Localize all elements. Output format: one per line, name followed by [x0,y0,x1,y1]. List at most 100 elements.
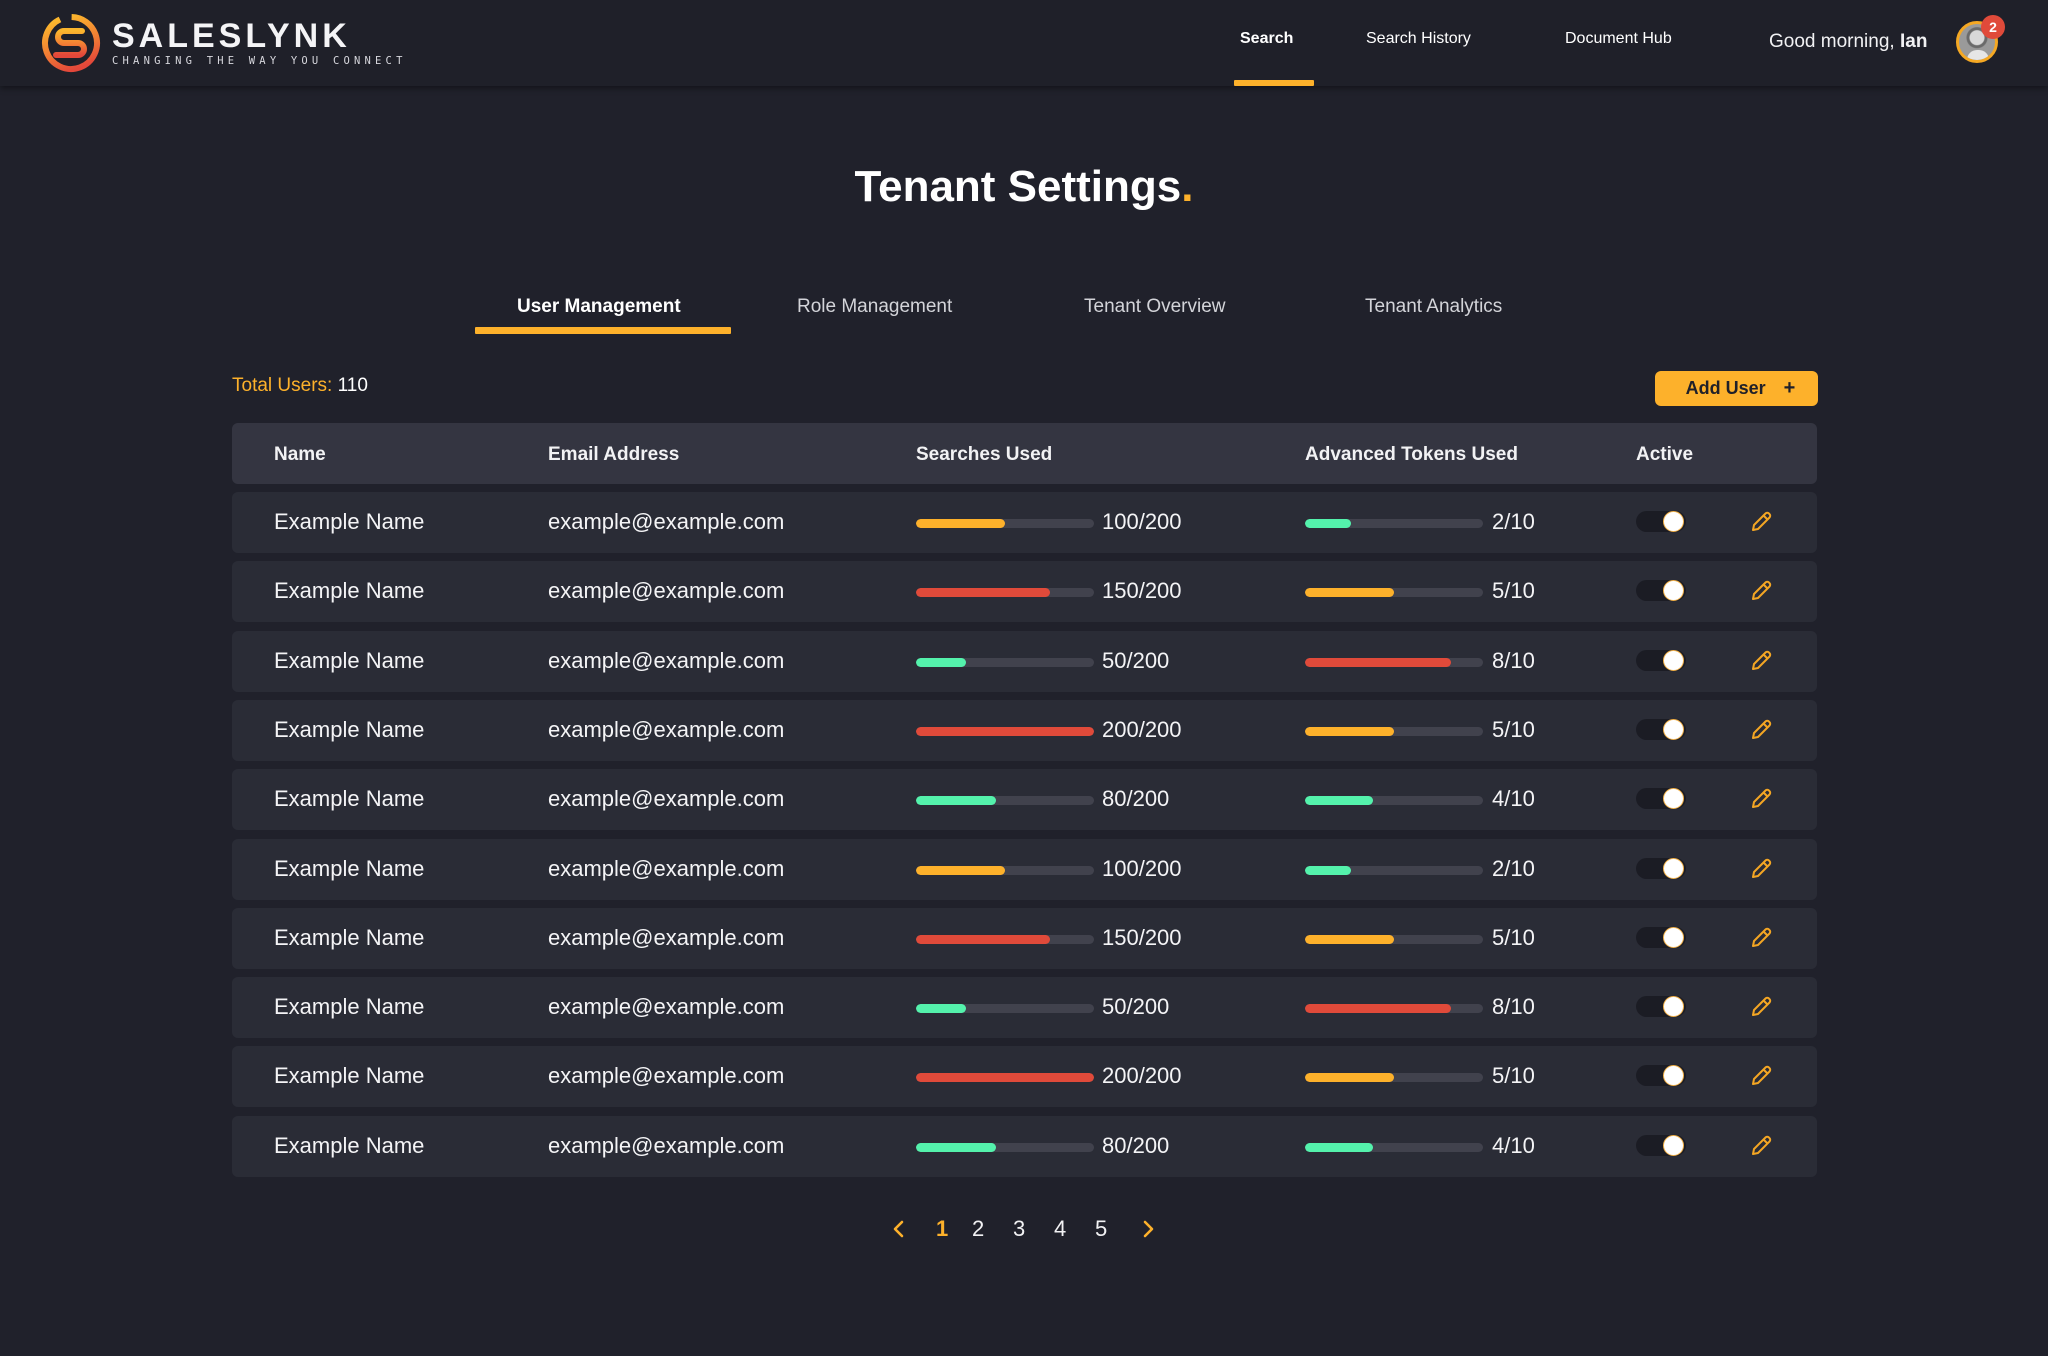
page-1[interactable]: 1 [936,1216,948,1242]
add-user-button[interactable]: Add User + [1655,371,1818,406]
table-row: Example Name example@example.com 150/200… [232,561,1817,623]
page-4[interactable]: 4 [1054,1216,1066,1242]
active-toggle[interactable] [1636,1134,1686,1156]
pencil-icon[interactable] [1747,1062,1775,1090]
nav-search[interactable]: Search [1240,30,1293,48]
top-navigation-bar: SALESLYNK CHANGING THE WAY YOU CONNECT S… [0,0,2048,86]
nav-document-hub[interactable]: Document Hub [1565,30,1672,48]
user-name-cell: Example Name [274,1132,425,1158]
tab-tenant-analytics[interactable]: Tenant Analytics [1365,296,1502,318]
tokens-used-bar [1305,588,1483,598]
searches-used-bar-fill [916,796,997,806]
pencil-icon[interactable] [1747,855,1775,883]
page-5[interactable]: 5 [1095,1216,1107,1242]
table-row: Example Name example@example.com 50/200 … [232,977,1817,1039]
searches-used-bar-fill [916,1073,1094,1083]
tokens-used-bar-fill [1305,726,1394,736]
user-name-cell: Example Name [274,1063,425,1089]
tokens-used-bar [1305,726,1483,736]
table-row: Example Name example@example.com 100/200… [232,492,1817,553]
tokens-used-bar-fill [1305,796,1373,806]
pencil-icon[interactable] [1747,785,1775,813]
pencil-icon[interactable] [1747,924,1775,952]
tokens-used-bar-fill [1305,519,1352,528]
tab-role-management[interactable]: Role Management [797,296,952,318]
searches-used-bar-fill [916,865,1005,875]
toggle-knob [1663,1134,1684,1156]
searches-used-bar-fill [916,1004,966,1014]
pencil-icon[interactable] [1747,1132,1775,1160]
tokens-used-bar [1305,1142,1483,1152]
tokens-used-bar-fill [1305,1004,1451,1014]
page-2[interactable]: 2 [972,1216,984,1242]
page-3[interactable]: 3 [1013,1216,1025,1242]
user-name-cell: Example Name [274,578,425,604]
searches-used-value: 50/200 [1102,647,1170,673]
toggle-knob [1663,580,1684,602]
searches-used-bar-fill [916,1142,997,1152]
user-email-cell: example@example.com [548,1132,785,1158]
active-toggle[interactable] [1636,788,1686,810]
searches-used-bar-fill [916,588,1050,598]
notification-badge[interactable]: 2 [1981,15,2005,39]
column-header-name[interactable]: Name [274,444,326,466]
active-toggle[interactable] [1636,857,1686,879]
searches-used-value: 80/200 [1102,1132,1170,1158]
tab-active-indicator [475,327,731,334]
active-toggle[interactable] [1636,926,1686,948]
active-toggle[interactable] [1636,649,1686,671]
column-header-advanced-tokens-used[interactable]: Advanced Tokens Used [1305,444,1518,466]
user-name: Ian [1899,31,1928,52]
searches-used-bar [916,1004,1094,1014]
searches-used-value: 150/200 [1102,578,1182,604]
user-email-cell: example@example.com [548,509,785,534]
searches-used-bar [916,796,1094,806]
tokens-used-bar-fill [1305,588,1394,598]
user-greeting: Good morning, Ian [1769,31,1927,53]
nav-search-history[interactable]: Search History [1366,30,1471,48]
tokens-used-bar [1305,934,1483,944]
active-toggle[interactable] [1636,1065,1686,1087]
searches-used-bar [916,865,1094,875]
tab-user-management[interactable]: User Management [517,296,681,318]
table-row: Example Name example@example.com 200/200… [232,1046,1817,1108]
tokens-used-bar [1305,865,1483,875]
tokens-used-bar-fill [1305,1142,1373,1152]
pencil-icon[interactable] [1747,647,1775,675]
active-toggle[interactable] [1636,511,1686,532]
active-toggle[interactable] [1636,580,1686,602]
pencil-icon[interactable] [1747,508,1775,536]
searches-used-value: 150/200 [1102,924,1182,950]
user-email-cell: example@example.com [548,924,785,950]
searches-used-bar-fill [916,726,1094,736]
chevron-right-icon[interactable] [1139,1218,1157,1240]
tokens-used-value: 5/10 [1492,578,1535,604]
tokens-used-bar [1305,657,1483,667]
pencil-icon[interactable] [1747,993,1775,1021]
tab-tenant-overview[interactable]: Tenant Overview [1084,296,1226,318]
active-toggle[interactable] [1636,718,1686,740]
column-header-active[interactable]: Active [1636,444,1693,466]
toggle-knob [1663,926,1684,948]
toggle-knob [1663,718,1684,740]
chevron-left-icon[interactable] [890,1218,908,1240]
user-email-cell: example@example.com [548,716,785,742]
tokens-used-bar [1305,1073,1483,1083]
column-header-email[interactable]: Email Address [548,444,679,466]
page-title-dot: . [1181,162,1194,211]
toggle-knob [1663,1065,1684,1087]
searches-used-bar [916,657,1094,667]
searches-used-value: 200/200 [1102,1063,1182,1089]
total-users-label: Total Users: [232,375,338,396]
searches-used-bar [916,519,1094,528]
searches-used-value: 80/200 [1102,786,1170,812]
toggle-knob [1663,511,1684,532]
user-name-cell: Example Name [274,786,425,812]
active-toggle[interactable] [1636,996,1686,1018]
searches-used-bar-fill [916,934,1050,944]
brand-logo[interactable]: SALESLYNK CHANGING THE WAY YOU CONNECT [40,12,407,74]
pencil-icon[interactable] [1747,716,1775,744]
pencil-icon[interactable] [1747,577,1775,605]
column-header-searches-used[interactable]: Searches Used [916,444,1052,466]
searches-used-bar-fill [916,519,1005,528]
